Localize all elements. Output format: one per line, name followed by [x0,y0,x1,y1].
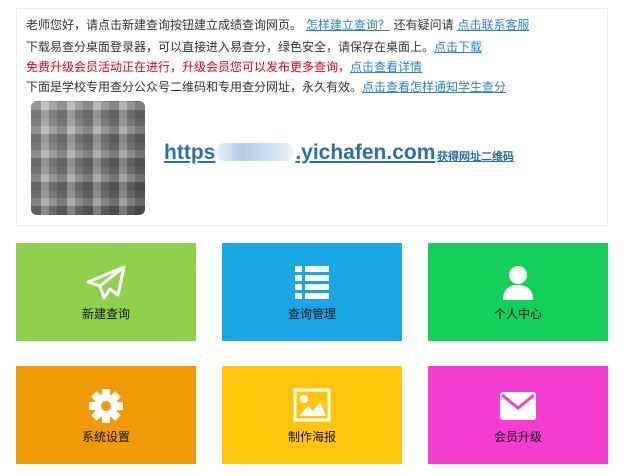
url-blurred-segment [216,143,295,161]
tile-user-center[interactable]: 个人中心 [428,243,608,341]
notice-panel: 老师您好，请点击新建查询按钮建立成绩查询网页。 怎样建立查询？ 还有疑问请 点击… [16,8,608,226]
tile-query-management-label: 查询管理 [287,307,336,321]
notice-line-upgrade-text: 免费升级会员活动正在进行，升级会员您可以发布更多查询， [26,60,351,74]
notice-line-qrcode-text: 下面是学校专用查分公众号二维码和专用查分网址，永久有效。 [26,80,363,94]
tile-member-upgrade-label: 会员升级 [493,430,542,444]
tile-system-settings-label: 系统设置 [81,430,130,444]
notice-line-upgrade: 免费升级会员活动正在进行，升级会员您可以发布更多查询，点击查看详情 [26,59,422,75]
tile-make-poster[interactable]: 制作海报 [222,366,402,464]
qr-code-image [31,101,145,215]
notice-line-qrcode: 下面是学校专用查分公众号二维码和专用查分网址，永久有效。点击查看怎样通知学生查分 [26,79,506,95]
list-icon [222,265,402,301]
tile-user-center-label: 个人中心 [493,307,542,321]
tile-system-settings[interactable]: 系统设置 [16,366,196,464]
tile-member-upgrade[interactable]: 会员升级 [428,366,608,464]
notice-line-create-mid: 还有疑问请 [389,18,458,32]
tile-new-query-label: 新建查询 [81,307,130,321]
get-qr-code-link[interactable]: 获得网址二维码 [437,148,514,164]
gear-icon [16,388,196,424]
how-to-create-link[interactable]: 怎样建立查询？ [306,18,390,32]
tile-new-query[interactable]: 新建查询 [16,243,196,341]
notice-line-create-text: 老师您好，请点击新建查询按钮建立成绩查询网页。 [26,18,303,32]
paper-plane-icon [16,265,196,301]
notice-line-download: 下载易查分桌面登录器，可以直接进入易查分，绿色安全，请保存在桌面上。点击下载 [26,39,482,55]
user-icon [428,265,608,301]
url-suffix: .yichafen.com [295,141,436,164]
notice-line-download-text: 下载易查分桌面登录器，可以直接进入易查分，绿色安全，请保存在桌面上。 [26,40,435,54]
download-link[interactable]: 点击下载 [434,40,482,54]
url-prefix: https [164,141,216,164]
tile-query-management[interactable]: 查询管理 [222,243,402,341]
notice-line-create: 老师您好，请点击新建查询按钮建立成绩查询网页。 怎样建立查询？ 还有疑问请 点击… [26,17,530,33]
tile-make-poster-label: 制作海报 [287,430,336,444]
envelope-icon [428,388,608,424]
query-url-link[interactable]: https .yichafen.com [164,140,435,166]
image-icon [222,388,402,424]
contact-support-link[interactable]: 点击联系客服 [458,18,530,32]
notify-students-link[interactable]: 点击查看怎样通知学生查分 [362,80,506,94]
view-details-link[interactable]: 点击查看详情 [350,60,422,74]
